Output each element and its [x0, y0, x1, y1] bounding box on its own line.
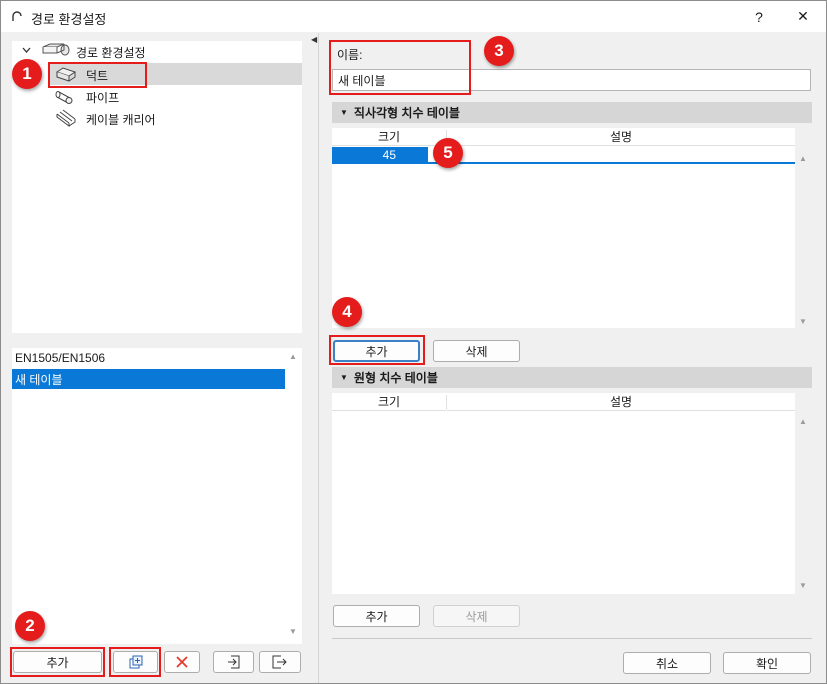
footer-divider [332, 638, 812, 639]
cancel-button[interactable]: 취소 [623, 652, 711, 674]
rect-size-table: 크기 설명 45 [332, 128, 795, 328]
round-section-title: 원형 치수 테이블 [353, 371, 438, 385]
highlight-rect-add [329, 335, 425, 365]
scroll-down-icon[interactable]: ▼ [799, 581, 807, 590]
table-row[interactable]: 45 [332, 147, 795, 164]
round-section-header[interactable]: ▼ 원형 치수 테이블 [332, 367, 812, 388]
highlight-duplicate [109, 647, 161, 677]
import-button[interactable] [213, 651, 254, 673]
callout-4: 4 [332, 297, 362, 327]
col-header-size[interactable]: 크기 [332, 128, 446, 146]
callout-2: 2 [15, 611, 45, 641]
highlight-add-table [10, 647, 105, 677]
title-bar: 경로 환경설정 ? ✕ [1, 1, 826, 32]
scroll-down-icon[interactable]: ▼ [799, 317, 807, 326]
tree-root-label: 경로 환경설정 [76, 46, 146, 60]
table-list: EN1505/EN1506 새 테이블 ▲ ▼ [12, 348, 302, 644]
rect-delete-button[interactable]: 삭제 [433, 340, 520, 362]
scroll-up-icon[interactable]: ▲ [289, 352, 297, 361]
chevron-down-icon[interactable] [22, 47, 31, 53]
panel-splitter[interactable] [318, 33, 319, 683]
export-button[interactable] [259, 651, 301, 673]
route-root-icon [42, 43, 70, 56]
list-item-label: 새 테이블 [15, 372, 63, 387]
preferences-dialog: 경로 환경설정 ? ✕ 경로 환경설정 덕트 파이프 케이블 캐리어 EN150… [0, 0, 827, 684]
round-delete-button: 삭제 [433, 605, 520, 627]
tree-item-label: 케이블 캐리어 [86, 113, 156, 127]
callout-1: 1 [12, 59, 42, 89]
col-header-desc[interactable]: 설명 [447, 128, 795, 146]
cable-carrier-icon [56, 109, 76, 127]
help-button[interactable]: ? [737, 1, 781, 32]
list-item-label: EN1505/EN1506 [15, 351, 106, 365]
tree-root-row[interactable]: 경로 환경설정 [12, 41, 302, 60]
round-size-table: 크기 설명 [332, 393, 795, 594]
app-icon [12, 11, 22, 21]
rect-section-title: 직사각형 치수 테이블 [353, 106, 460, 120]
scroll-down-icon[interactable]: ▼ [289, 627, 297, 636]
ok-button[interactable]: 확인 [723, 652, 811, 674]
close-button[interactable]: ✕ [781, 1, 825, 32]
tree-item-pipe[interactable]: 파이프 [48, 85, 302, 107]
pipe-icon [55, 91, 73, 104]
window-title: 경로 환경설정 [31, 12, 107, 27]
round-add-button[interactable]: 추가 [333, 605, 420, 627]
col-header-desc[interactable]: 설명 [447, 393, 795, 411]
size-cell[interactable]: 45 [332, 147, 428, 163]
scroll-up-icon[interactable]: ▲ [799, 154, 807, 163]
collapse-panel-icon[interactable]: ◀ [311, 35, 317, 44]
delete-table-button[interactable] [164, 651, 200, 673]
size-cell-value: 45 [382, 148, 396, 162]
tree-item-cable-carrier[interactable]: 케이블 캐리어 [48, 107, 302, 129]
rect-section-header[interactable]: ▼ 직사각형 치수 테이블 [332, 102, 812, 123]
list-item[interactable]: EN1505/EN1506 [12, 348, 285, 368]
scroll-up-icon[interactable]: ▲ [799, 417, 807, 426]
col-header-size[interactable]: 크기 [332, 393, 446, 411]
expand-triangle-icon: ▼ [340, 108, 348, 117]
import-icon [227, 655, 239, 669]
delete-icon [176, 656, 188, 668]
highlight-name [329, 40, 471, 95]
callout-5: 5 [433, 138, 463, 168]
callout-3: 3 [484, 36, 514, 66]
export-icon [272, 655, 287, 669]
expand-triangle-icon: ▼ [340, 373, 348, 382]
highlight-duct [48, 62, 147, 88]
tree-item-label: 파이프 [86, 91, 120, 105]
list-item-selected[interactable]: 새 테이블 [12, 369, 285, 389]
